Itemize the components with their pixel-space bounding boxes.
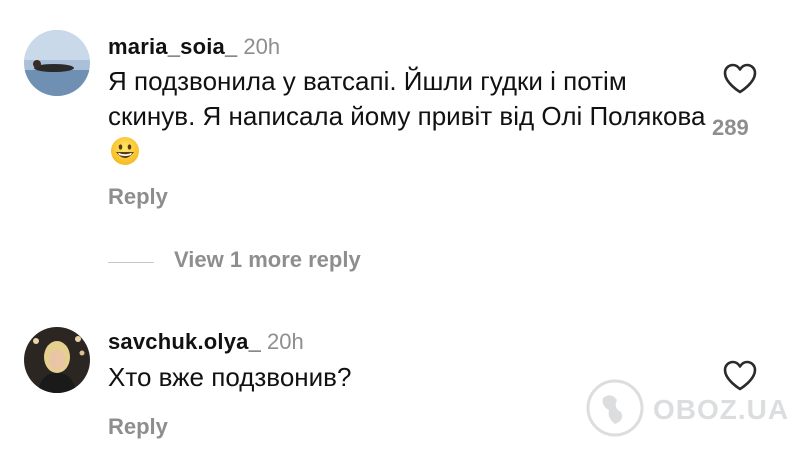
username[interactable]: maria_soia_ — [108, 34, 237, 59]
comment-item: maria_soia_ 20h Я подзвонила у ватсапі. Й… — [0, 0, 800, 240]
watermark: OBOZ.UA — [585, 378, 788, 438]
globe-icon — [586, 379, 644, 437]
grinning-face-emoji-icon — [110, 136, 140, 175]
comment-text-body: Хто вже подзвонив? — [108, 362, 352, 392]
reply-button[interactable]: Reply — [108, 414, 168, 440]
comment-header: savchuk.olya_ 20h — [108, 329, 304, 355]
timestamp: 20h — [243, 34, 281, 59]
heart-outline-icon — [723, 63, 757, 94]
like-button[interactable] — [720, 356, 760, 396]
username[interactable]: savchuk.olya_ — [108, 329, 261, 354]
comment-text: Я подзвонила у ватсапі. Йшли гудки і пот… — [108, 64, 708, 175]
comment-text-body: Я подзвонила у ватсапі. Йшли гудки і пот… — [108, 66, 706, 131]
watermark-text: OBOZ.UA — [653, 394, 790, 425]
avatar-image — [24, 30, 90, 96]
reply-button[interactable]: Reply — [108, 184, 168, 210]
avatar-image — [24, 327, 90, 393]
avatar[interactable] — [24, 327, 90, 393]
view-more-replies-label: View 1 more reply — [174, 247, 361, 272]
comment-header: maria_soia_ 20h — [108, 34, 280, 60]
like-count: 289 — [712, 115, 749, 140]
like-button[interactable] — [720, 59, 760, 99]
divider-line — [108, 262, 154, 263]
timestamp: 20h — [267, 329, 304, 354]
comment-item: savchuk.olya_ 20h Хто вже подзвонив? Repl… — [0, 310, 800, 460]
heart-outline-icon — [723, 360, 757, 391]
avatar[interactable] — [24, 30, 90, 96]
